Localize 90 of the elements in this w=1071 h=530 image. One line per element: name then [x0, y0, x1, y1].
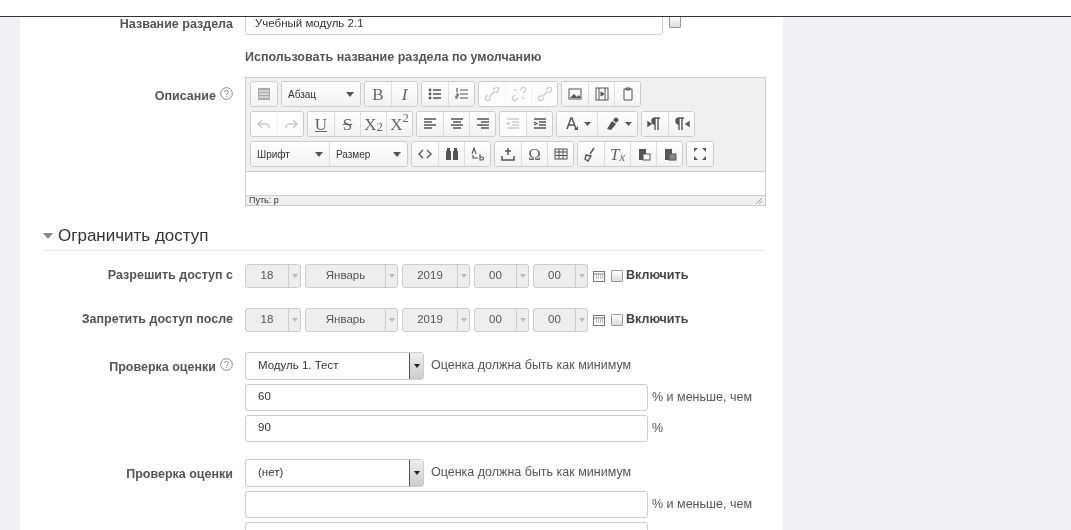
field-label: Проверка оценки — [109, 358, 216, 376]
fullscreen-icon — [691, 145, 709, 163]
caret-icon — [578, 317, 585, 322]
toolbar-button[interactable] — [687, 142, 713, 166]
toolbar-button[interactable] — [438, 142, 464, 166]
text-color-icon — [563, 115, 581, 133]
paragraph-rtl-icon — [672, 115, 691, 133]
toolbar-button[interactable] — [547, 142, 573, 166]
calendar-icon[interactable] — [593, 269, 605, 282]
field-text: Оценка должна быть как минимум — [431, 357, 632, 375]
caret-icon — [578, 273, 585, 278]
caret-icon — [291, 273, 298, 278]
caret-icon — [393, 151, 401, 157]
caret-icon — [460, 317, 467, 322]
toolbar-button[interactable]: S — [334, 112, 360, 136]
toolbar-button[interactable] — [422, 82, 448, 106]
field-text: % и меньше, чем — [652, 388, 752, 406]
toolbar-button[interactable] — [443, 112, 469, 136]
checkbox-label: Включить — [626, 267, 689, 285]
split-button[interactable] — [597, 112, 637, 136]
resize-handle-icon[interactable] — [756, 197, 762, 204]
caret-icon — [519, 273, 526, 278]
field-text: Оценка должна быть как минимум — [431, 464, 632, 482]
toolbar-button[interactable] — [588, 82, 614, 106]
caret-icon — [584, 122, 591, 126]
replace-icon — [468, 145, 487, 163]
text-field[interactable] — [245, 490, 648, 518]
toolbar-button[interactable] — [642, 112, 668, 136]
toolbar-button[interactable] — [412, 142, 438, 166]
toolbar-toggle-icon — [255, 85, 273, 103]
field-text: % — [652, 419, 664, 437]
toolbar-button[interactable] — [526, 112, 552, 136]
caret-icon — [460, 273, 467, 278]
field-label: Разрешить доступ с — [107, 267, 233, 285]
caret-icon — [388, 317, 395, 322]
caret-icon — [413, 363, 420, 368]
toolbar-button[interactable] — [464, 142, 490, 166]
toolbar-button[interactable]: I — [391, 82, 417, 106]
toolbar-button[interactable] — [668, 112, 694, 136]
caret-icon — [388, 273, 395, 278]
field-label: Название раздела — [119, 15, 233, 33]
field-note: Использовать название раздела по умолчанию — [245, 50, 542, 64]
help-icon[interactable] — [220, 87, 233, 100]
toolbar-button[interactable]: Ω — [521, 142, 547, 166]
field-label: Описание — [154, 88, 216, 105]
caret-icon — [315, 151, 323, 157]
image-icon — [566, 85, 584, 103]
toolbar-button[interactable] — [562, 82, 588, 106]
horizontal-rule-icon — [499, 145, 517, 163]
link-icon — [483, 85, 501, 103]
calendar-icon[interactable] — [593, 313, 605, 326]
triangle-icon — [43, 232, 53, 239]
toolbar-button[interactable]: X$_{2}$ — [360, 112, 386, 136]
toolbar-button[interactable] — [495, 142, 521, 166]
checkbox[interactable] — [611, 313, 623, 326]
toolbar-button[interactable]: U — [308, 112, 334, 136]
text-field[interactable]: 60 — [245, 383, 648, 411]
caret-icon — [291, 317, 298, 322]
caret-icon — [413, 470, 420, 475]
field-text: % и меньше, чем — [652, 495, 752, 513]
select-field[interactable]: (нет) — [245, 458, 424, 487]
help-icon[interactable] — [220, 357, 233, 371]
split-button[interactable] — [557, 112, 597, 136]
field-label: Проверка оценки — [126, 465, 233, 483]
format-dropdown[interactable]: Шрифт — [251, 142, 329, 166]
unlink-icon — [509, 85, 528, 103]
checkbox[interactable] — [611, 269, 623, 282]
toolbar-button[interactable] — [469, 112, 495, 136]
toolbar-button[interactable] — [578, 142, 604, 166]
caret-icon — [346, 91, 354, 97]
field-label: Запретить доступ после — [81, 311, 233, 329]
format-dropdown[interactable]: Абзац — [282, 82, 360, 106]
section-toggle[interactable]: Ограничить доступ — [43, 223, 209, 249]
caret-icon — [624, 122, 632, 126]
format-dropdown[interactable]: Размер — [329, 142, 407, 166]
toolbar-button[interactable] — [417, 112, 443, 136]
toolbar-button[interactable] — [656, 142, 682, 166]
toolbar-button[interactable] — [614, 82, 640, 106]
film-icon — [592, 85, 611, 103]
table-icon — [551, 145, 570, 163]
caret-icon — [519, 317, 526, 322]
toolbar-button[interactable]: X$^{2}$ — [386, 112, 412, 136]
toolbar-button[interactable] — [630, 142, 656, 166]
select-field[interactable]: Модуль 1. Тест — [245, 351, 424, 380]
element-path: Путь: p — [249, 196, 279, 205]
anchor-icon — [535, 85, 554, 103]
toolbar-button[interactable]: B — [365, 82, 391, 106]
toolbar-button[interactable]: T$_{x}$ — [604, 142, 630, 166]
text-field[interactable]: 90 — [245, 414, 648, 442]
checkbox-label: Включить — [626, 311, 689, 329]
